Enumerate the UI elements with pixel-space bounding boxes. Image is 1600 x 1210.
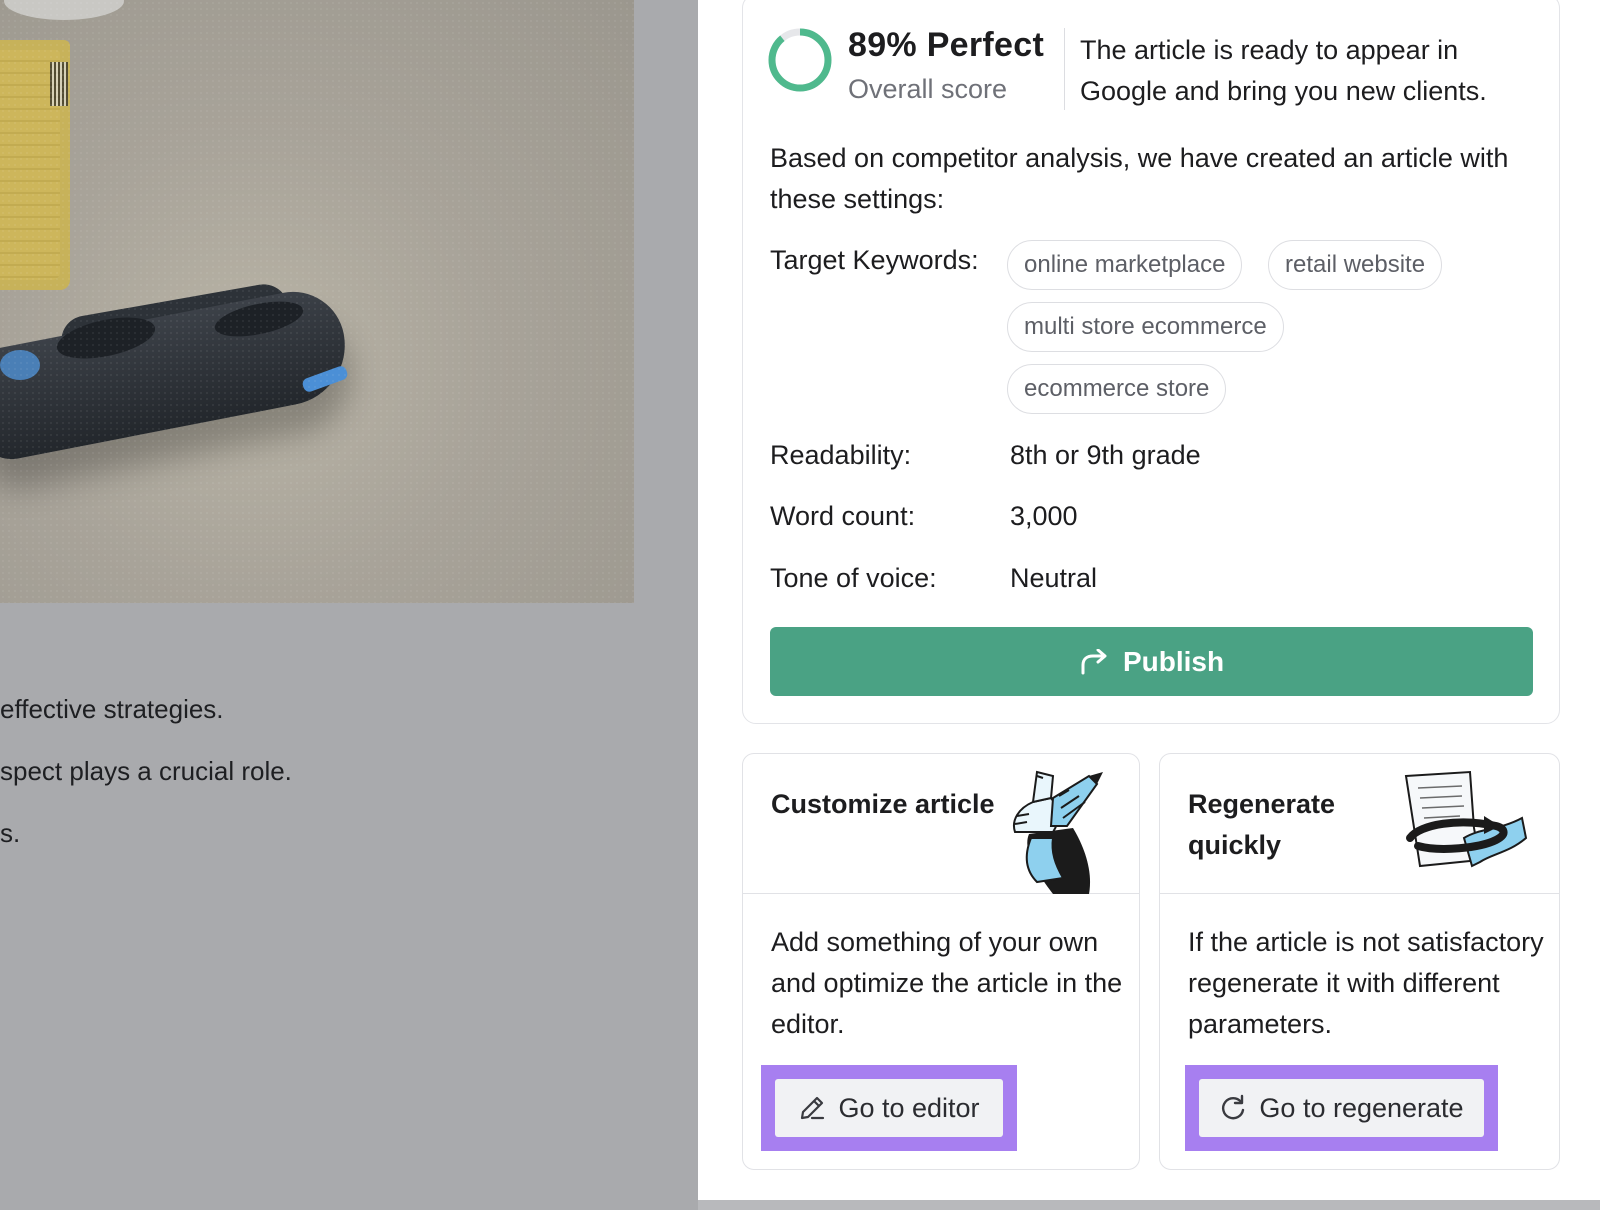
document-refresh-illustration-icon (1404, 770, 1528, 868)
go-to-regenerate-label: Go to regenerate (1259, 1092, 1464, 1123)
background-article: effective strategies. spect plays a cruc… (0, 0, 698, 1210)
settings-intro: Based on competitor analysis, we have cr… (770, 143, 1509, 214)
go-to-editor-label: Go to editor (838, 1092, 980, 1123)
article-text-line: spect plays a crucial role. (0, 756, 292, 786)
keyword-chip: online marketplace (1007, 240, 1243, 290)
tone-value: Neutral (1010, 563, 1098, 593)
keyword-chip: multi store ecommerce (1007, 302, 1284, 352)
readability-value: 8th or 9th grade (1010, 440, 1201, 470)
go-to-regenerate-button[interactable]: Go to regenerate (1199, 1079, 1484, 1137)
publish-label: Publish (1122, 645, 1225, 677)
share-arrow-icon (1081, 648, 1107, 674)
article-text-line: effective strategies. (0, 694, 224, 724)
pencil-icon (801, 1096, 825, 1120)
article-text-line: s. (0, 818, 21, 848)
publish-button[interactable]: Publish (770, 627, 1533, 696)
readability-label: Readability: (770, 440, 912, 470)
word-count-label: Word count: (770, 501, 916, 531)
regenerate-title: Regenerate quickly (1188, 789, 1336, 860)
customize-description: Add something of your own and optimize t… (771, 927, 1123, 1039)
divider (1064, 28, 1065, 110)
go-to-editor-button[interactable]: Go to editor (775, 1079, 1003, 1137)
score-message: The article is ready to appear in Google… (1080, 35, 1487, 106)
score-ring-icon (768, 28, 832, 92)
regenerate-button-highlight: Go to regenerate (1185, 1065, 1498, 1151)
keyword-chip: ecommerce store (1007, 364, 1227, 414)
article-photo (0, 0, 634, 603)
word-count-value: 3,000 (1010, 501, 1078, 531)
editor-button-highlight: Go to editor (761, 1065, 1017, 1151)
refresh-icon (1222, 1094, 1245, 1120)
hand-pen-illustration-icon (1013, 770, 1103, 894)
tone-label: Tone of voice: (770, 563, 937, 593)
customize-title: Customize article (771, 789, 995, 819)
keywords-label: Target Keywords: (770, 245, 979, 275)
regenerate-description: If the article is not satisfactory regen… (1188, 927, 1544, 1039)
score-title: 89% Perfect (848, 26, 1045, 64)
keyword-chip: retail website (1268, 240, 1443, 290)
score-subtitle: Overall score (848, 74, 1008, 104)
